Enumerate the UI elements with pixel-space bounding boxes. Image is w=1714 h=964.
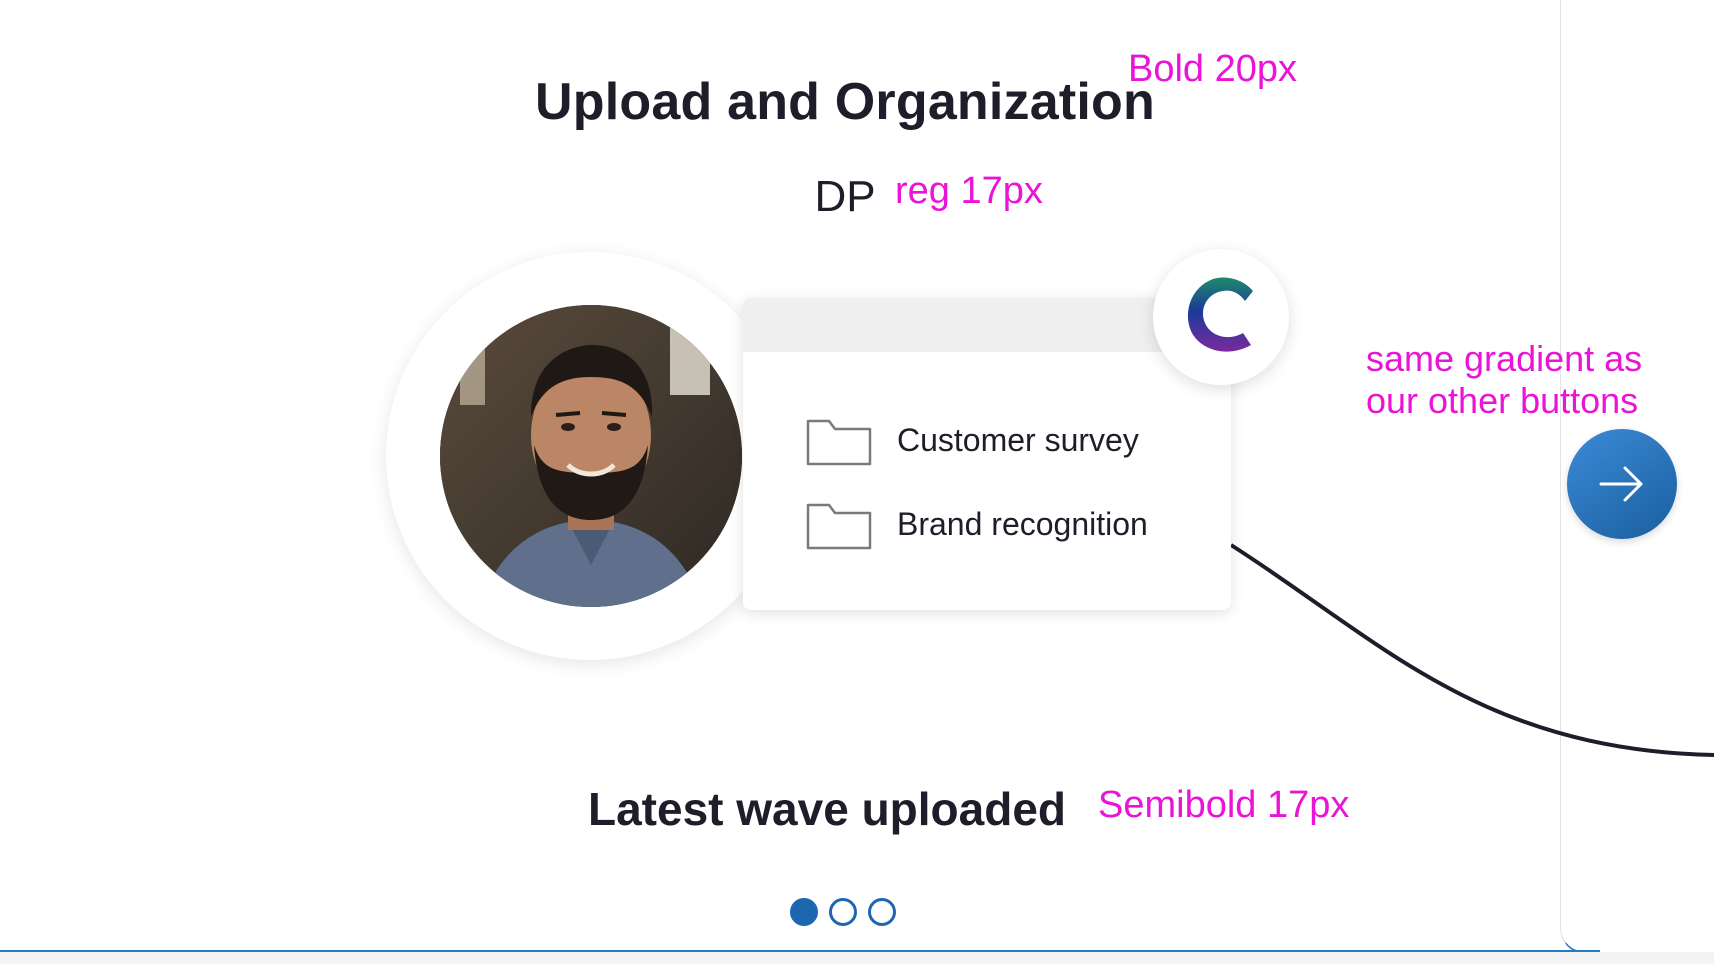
annotation-button-note-line2: our other buttons: [1366, 380, 1639, 421]
arrow-right-icon: [1599, 466, 1643, 502]
folder-label: Brand recognition: [897, 505, 1148, 542]
folder-card: Customer survey Brand recognition: [743, 298, 1231, 610]
folder-item-brand-recognition[interactable]: Brand recognition: [805, 496, 1148, 552]
folder-label: Customer survey: [897, 421, 1139, 458]
annotation-button-note: same gradient as our other buttons: [1366, 338, 1642, 422]
user-photo: [440, 305, 742, 607]
folder-item-customer-survey[interactable]: Customer survey: [805, 412, 1139, 468]
slide-caption: Latest wave uploaded: [588, 783, 1067, 835]
annotation-button-note-line1: same gradient as: [1366, 338, 1643, 379]
onboarding-slide: Upload and Organization Bold 20px DP reg…: [0, 0, 1714, 964]
c-logo-icon: [1187, 277, 1253, 352]
pagination-dot-2[interactable]: [829, 898, 857, 926]
pagination-dot-3[interactable]: [868, 898, 896, 926]
avatar: [440, 305, 742, 607]
pagination-dots: [790, 898, 896, 926]
next-slide-button[interactable]: [1567, 429, 1677, 539]
pagination-dot-1[interactable]: [790, 898, 818, 926]
folder-icon: [806, 419, 872, 466]
folder-icon: [806, 503, 872, 550]
annotation-caption-note: Semibold 17px: [1098, 784, 1350, 826]
brand-logo-badge: [1153, 249, 1289, 385]
